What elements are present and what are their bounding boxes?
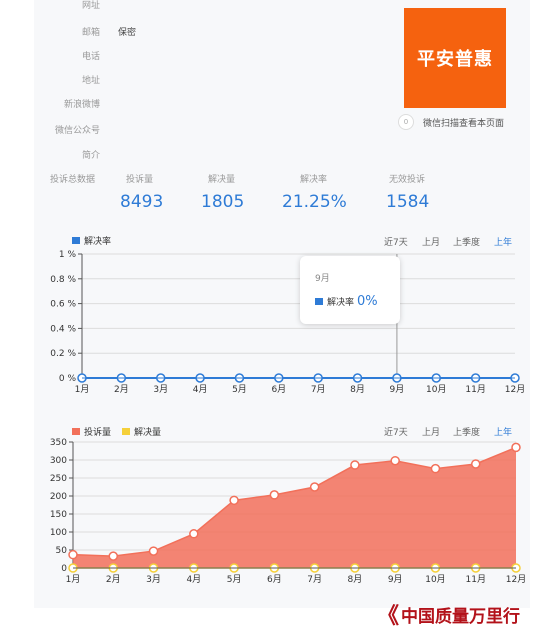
x-tick-label: 9月 bbox=[390, 384, 405, 395]
y-tick-label: 100 bbox=[50, 528, 67, 538]
x-tick-label: 7月 bbox=[307, 574, 322, 585]
watermark-text: 中国质量万里行 bbox=[401, 606, 521, 627]
y-tick-label: 50 bbox=[56, 546, 68, 556]
watermark-logo: 《 中国质量万里行 bbox=[377, 598, 520, 630]
x-tick-label: 11月 bbox=[465, 384, 485, 395]
email-label: 邮箱 bbox=[81, 28, 100, 38]
x-tick-label: 6月 bbox=[271, 384, 286, 395]
y-tick-label: 0.6 % bbox=[50, 300, 76, 310]
stat-value-resolved: 1805 bbox=[201, 192, 245, 212]
qr-code-icon: 0 bbox=[398, 114, 414, 130]
resolution-rate-line-chart[interactable]: 0 % 0.2 % 0.4 % 0.6 % 0.8 % 1 % 1月 2月 3月 4月 5月 6月 7月… bbox=[0, 244, 554, 416]
x-tick-label: 11月 bbox=[466, 574, 486, 585]
data-point bbox=[229, 495, 239, 506]
tooltip-row: 解决率 0% bbox=[315, 294, 378, 309]
website-label: 网址 bbox=[81, 1, 100, 11]
y-tick-label: 1 % bbox=[59, 250, 77, 260]
y-tick-label: 0 bbox=[61, 564, 67, 574]
qr-caption-text: 微信扫描查看本页面 bbox=[423, 118, 505, 129]
address-label: 地址 bbox=[81, 76, 100, 86]
data-point bbox=[148, 546, 159, 556]
x-tick-label: 2月 bbox=[114, 384, 129, 395]
stat-label-resolved: 解决量 bbox=[208, 175, 236, 185]
x-tick-label: 1月 bbox=[75, 384, 90, 395]
tooltip-value: 0% bbox=[357, 294, 378, 309]
stat-label-rate: 解决率 bbox=[300, 175, 328, 185]
data-point bbox=[269, 490, 280, 500]
y-tick-label: 250 bbox=[50, 474, 67, 484]
legend-swatch-resolved bbox=[122, 428, 130, 435]
x-tick-label: 1月 bbox=[66, 574, 81, 585]
qr-code-image: 平安普惠 bbox=[404, 8, 506, 108]
data-point bbox=[108, 551, 119, 561]
data-point bbox=[350, 460, 360, 470]
x-tick-label: 6月 bbox=[267, 574, 282, 585]
legend-swatch-rate bbox=[72, 237, 80, 244]
y-tick-label: 0.8 % bbox=[50, 275, 76, 285]
x-tick-label: 3月 bbox=[153, 384, 168, 395]
x-tick-label: 5月 bbox=[232, 384, 247, 395]
data-point bbox=[309, 482, 320, 492]
x-tick-label: 8月 bbox=[350, 384, 365, 395]
x-tick-label: 2月 bbox=[106, 574, 121, 585]
tooltip-series: 解决率 bbox=[327, 298, 355, 308]
y-tick-label: 150 bbox=[50, 510, 67, 520]
x-tick-label: 7月 bbox=[311, 384, 326, 395]
x-tick-label: 9月 bbox=[388, 574, 403, 585]
stat-label-complaints: 投诉量 bbox=[126, 175, 154, 185]
data-point bbox=[68, 549, 78, 560]
stat-value-rate: 21.25% bbox=[282, 192, 347, 212]
x-tick-label: 10月 bbox=[426, 384, 446, 395]
stats-section-label: 投诉总数据 bbox=[50, 175, 96, 185]
y-tick-label: 0.4 % bbox=[50, 324, 76, 334]
x-tick-label: 10月 bbox=[425, 574, 445, 585]
qr-caption: 0 微信扫描查看本页面 bbox=[398, 114, 504, 130]
x-tick-label: 8月 bbox=[348, 574, 363, 585]
weibo-label: 新浪微博 bbox=[63, 100, 100, 110]
chart-tooltip: 9月 解决率 0% bbox=[300, 256, 400, 324]
data-point bbox=[430, 463, 441, 474]
data-point bbox=[390, 455, 400, 466]
y-tick-label: 200 bbox=[50, 492, 67, 502]
intro-label: 简介 bbox=[81, 151, 100, 161]
x-tick-label: 12月 bbox=[505, 384, 525, 395]
phone-label: 电话 bbox=[81, 52, 100, 62]
y-tick-label: 0.2 % bbox=[50, 349, 76, 359]
stat-value-complaints: 8493 bbox=[120, 192, 164, 212]
x-tick-label: 4月 bbox=[193, 384, 208, 395]
data-point bbox=[470, 459, 481, 469]
tooltip-month: 9月 bbox=[315, 274, 330, 284]
x-tick-label: 3月 bbox=[146, 574, 161, 585]
y-tick-label: 0 % bbox=[59, 374, 77, 384]
y-tick-label: 350 bbox=[50, 438, 67, 448]
stat-value-invalid: 1584 bbox=[386, 192, 430, 212]
y-tick-label: 300 bbox=[50, 456, 67, 466]
stat-label-invalid: 无效投诉 bbox=[389, 175, 426, 185]
watermark-mark: 《 bbox=[377, 603, 400, 629]
x-tick-label: 4月 bbox=[186, 574, 201, 585]
qr-brand-text: 平安普惠 bbox=[417, 49, 493, 70]
x-tick-label: 12月 bbox=[506, 574, 526, 585]
data-point bbox=[189, 529, 199, 539]
tooltip-swatch bbox=[315, 298, 323, 305]
x-tick-label: 5月 bbox=[227, 574, 242, 585]
legend-swatch-complaints bbox=[72, 428, 80, 435]
complaints-area-chart[interactable]: 0 50 100 150 200 250 300 350 1月 2月 3月 4月 5月 6月 7月 8月 9月 1… bbox=[0, 436, 554, 596]
data-point bbox=[511, 442, 521, 453]
email-value: 保密 bbox=[118, 28, 137, 38]
wechat-label: 微信公众号 bbox=[54, 126, 100, 136]
